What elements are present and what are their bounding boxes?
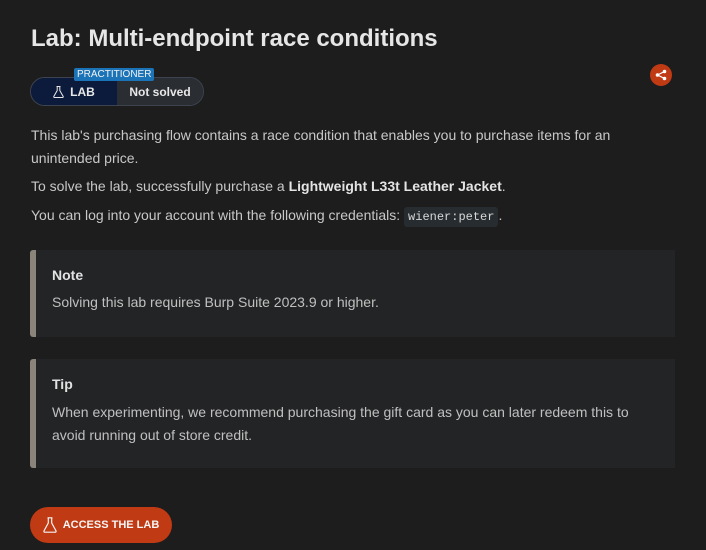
lab-type-badge: LAB bbox=[31, 78, 117, 105]
lab-page: Lab: Multi-endpoint race conditions LAB … bbox=[0, 0, 706, 550]
access-lab-label: ACCESS THE LAB bbox=[62, 519, 160, 531]
tip-title: Tip bbox=[52, 376, 73, 392]
objective-text: To solve the lab, successfully purchase … bbox=[31, 178, 289, 194]
description-paragraph: This lab's purchasing flow contains a ra… bbox=[31, 127, 611, 166]
flask-icon bbox=[53, 85, 64, 98]
share-button[interactable] bbox=[650, 64, 672, 86]
access-lab-button[interactable]: ACCESS THE LAB bbox=[30, 507, 172, 543]
tip-callout: Tip When experimenting, we recommend pur… bbox=[30, 359, 675, 468]
objective-suffix: . bbox=[501, 178, 506, 194]
target-item: Lightweight L33t Leather Jacket bbox=[288, 178, 502, 194]
credentials-code: wiener:peter bbox=[404, 207, 499, 227]
credentials-text: You can log into your account with the f… bbox=[31, 207, 405, 223]
solved-status: Not solved bbox=[117, 78, 203, 105]
share-icon bbox=[655, 69, 667, 81]
flask-icon bbox=[43, 517, 57, 533]
tip-body: When experimenting, we recommend purchas… bbox=[52, 404, 629, 443]
lab-label: LAB bbox=[70, 84, 95, 99]
note-callout: Note Solving this lab requires Burp Suit… bbox=[30, 250, 675, 337]
objective-paragraph: To solve the lab, successfully purchase … bbox=[31, 175, 506, 198]
credentials-suffix: . bbox=[498, 207, 503, 223]
lab-status-badge: LAB Not solved bbox=[30, 77, 204, 106]
level-badge: PRACTITIONER bbox=[74, 68, 155, 81]
note-body: Solving this lab requires Burp Suite 202… bbox=[52, 294, 379, 310]
credentials-paragraph: You can log into your account with the f… bbox=[31, 204, 502, 229]
page-title: Lab: Multi-endpoint race conditions bbox=[31, 25, 438, 52]
note-title: Note bbox=[52, 267, 84, 283]
